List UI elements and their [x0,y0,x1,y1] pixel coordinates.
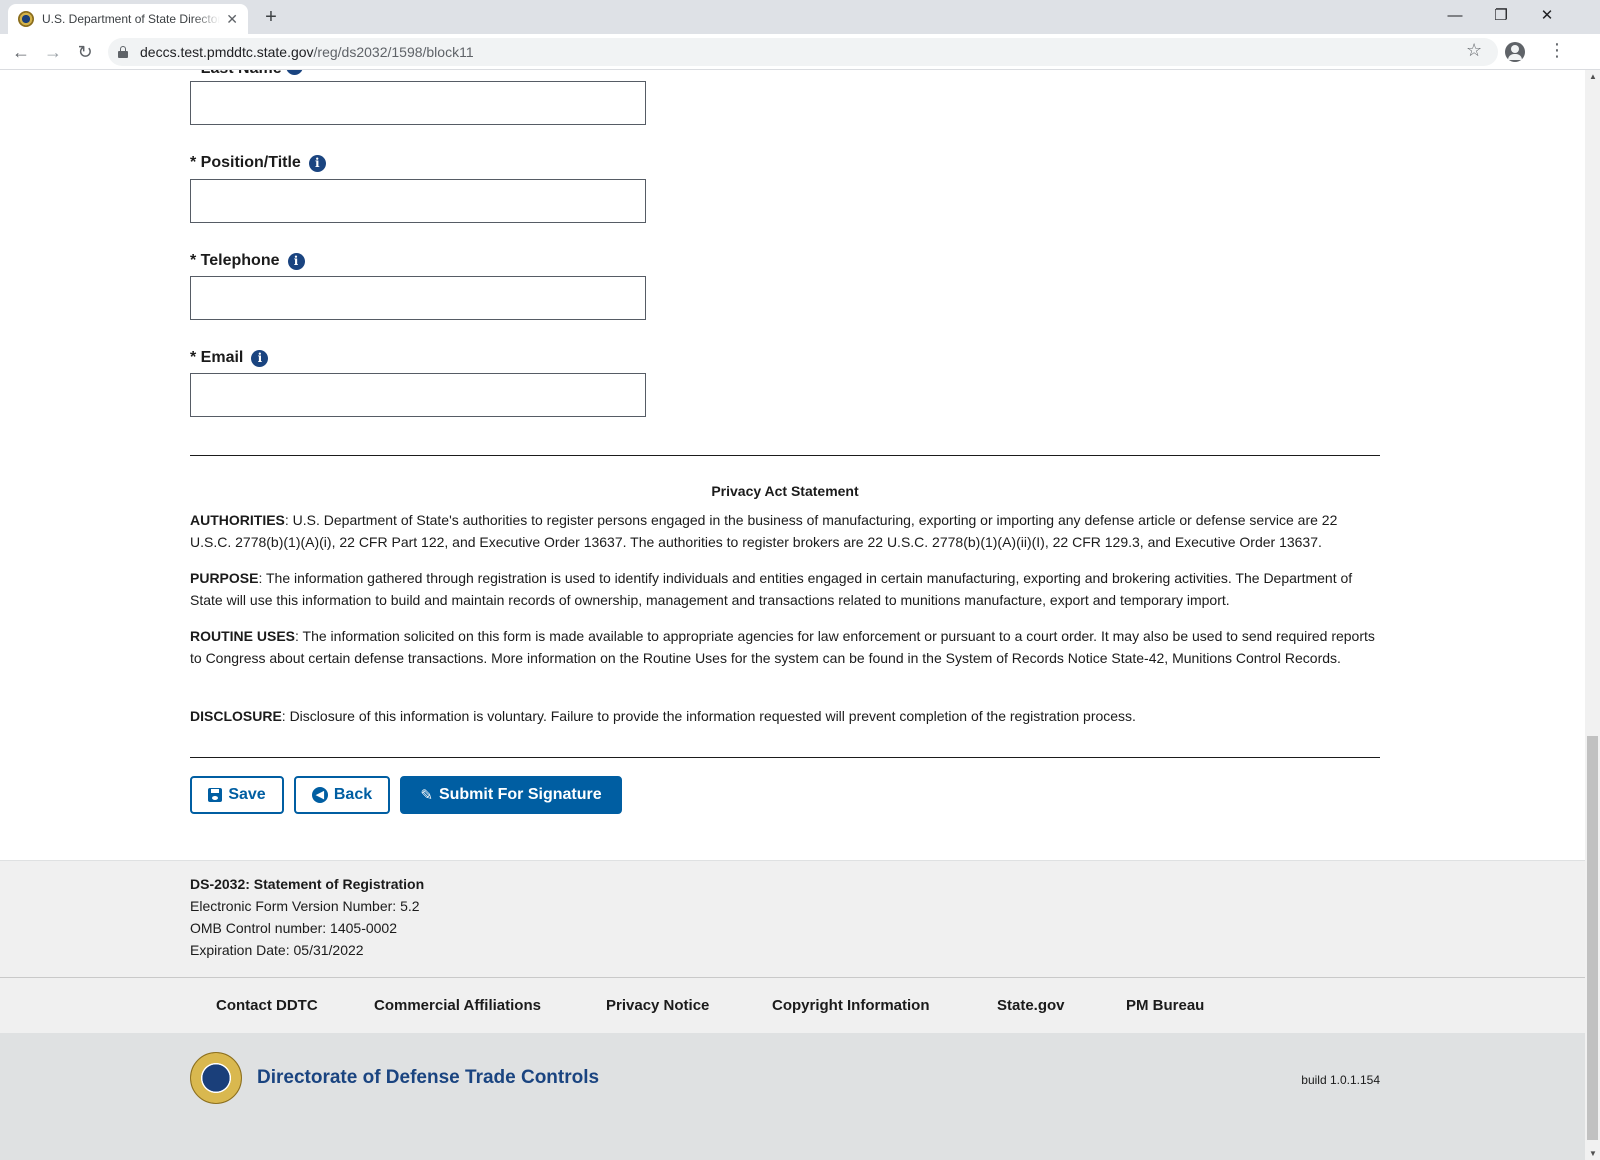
paragraph-heading: ROUTINE USES [190,628,296,644]
info-icon[interactable]: i [251,349,269,367]
form-info: DS-2032: Statement of Registration Elect… [190,873,424,961]
privacy-title: Privacy Act Statement [711,483,859,499]
save-button[interactable]: Save [190,776,284,814]
expiration-date: Expiration Date: 05/31/2022 [190,942,364,958]
form-info-band: DS-2032: Statement of Registration Elect… [0,860,1585,977]
email-text: * Email [190,349,244,366]
paragraph-heading: PURPOSE [190,570,259,586]
footer-link-state-gov[interactable]: State.gov [997,997,1065,1014]
omb-control-number: OMB Control number: 1405-0002 [190,920,397,936]
tab-close-icon[interactable]: ✕ [226,11,238,28]
footer-link-pm-bureau[interactable]: PM Bureau [1126,997,1204,1014]
signature-icon: ✎ [420,787,433,804]
browser-toolbar: ← → ↻ deccs.test.pmddtc.state.gov/reg/ds… [0,34,1600,70]
url-text: deccs.test.pmddtc.state.gov/reg/ds2032/1… [140,44,474,60]
paragraph-heading: DISCLOSURE [190,708,282,724]
profile-icon[interactable] [1505,42,1525,62]
save-icon [208,788,223,802]
menu-icon[interactable]: ⋮ [1548,40,1566,61]
email-label: * Email i [190,349,269,367]
build-number: build 1.0.1.154 [1301,1073,1380,1087]
save-label: Save [228,786,266,803]
close-window-button[interactable]: ✕ [1524,3,1570,29]
last-name-label: * Last Name [190,70,282,78]
footer-link-privacy-notice[interactable]: Privacy Notice [606,997,709,1014]
back-nav-icon[interactable]: ← [9,40,33,64]
privacy-paragraph-authorities: AUTHORITIES: U.S. Department of State's … [190,509,1380,553]
scroll-down-icon[interactable]: ▼ [1589,1149,1597,1158]
paragraph-text: : U.S. Department of State's authorities… [190,512,1338,550]
scroll-up-icon[interactable]: ▲ [1589,72,1597,81]
tab-title: U.S. Department of State Directorate of … [42,12,220,26]
page-scrollbar[interactable]: ▲ ▼ [1585,70,1600,1160]
url-host: deccs.test.pmddtc.state.gov [140,44,314,60]
position-title-input[interactable] [190,179,646,223]
new-tab-button[interactable]: + [260,5,282,29]
form-version: Electronic Form Version Number: 5.2 [190,898,420,914]
last-name-input[interactable] [190,81,646,125]
privacy-paragraph-disclosure: DISCLOSURE: Disclosure of this informati… [190,705,1380,727]
info-icon[interactable] [286,70,303,75]
privacy-paragraph-purpose: PURPOSE: The information gathered throug… [190,567,1380,611]
page-viewport: * Last Name * Position/Title i * Telepho… [0,70,1585,1160]
url-path: /reg/ds2032/1598/block11 [313,44,474,60]
footer-bottom: Directorate of Defense Trade Controls bu… [0,1033,1585,1160]
divider [190,757,1380,758]
star-icon[interactable]: ☆ [1466,40,1482,61]
position-title-label: * Position/Title i [190,154,326,172]
address-bar[interactable]: deccs.test.pmddtc.state.gov/reg/ds2032/1… [108,38,1498,66]
reload-icon[interactable]: ↻ [73,40,97,64]
submit-label: Submit For Signature [438,786,602,803]
paragraph-text: : Disclosure of this information is volu… [281,708,1136,724]
telephone-input[interactable] [190,276,646,320]
telephone-label: * Telephone i [190,252,305,270]
minimize-button[interactable]: — [1432,3,1478,29]
ddtc-seal-icon [190,1052,242,1104]
back-button[interactable]: ◀ Back [294,776,390,814]
email-input[interactable] [190,373,646,417]
lock-icon [118,46,128,58]
tab-favicon-icon [18,11,34,27]
divider [190,455,1380,456]
telephone-text: * Telephone [190,252,280,269]
back-label: Back [333,786,373,803]
browser-tab[interactable]: U.S. Department of State Directorate of … [8,4,248,34]
info-icon[interactable]: i [308,154,326,172]
paragraph-heading: AUTHORITIES [190,512,285,528]
form-info-title: DS-2032: Statement of Registration [190,876,425,892]
forward-nav-icon[interactable]: → [41,40,65,64]
submit-for-signature-button[interactable]: ✎ Submit For Signature [400,776,622,814]
footer-link-commercial-affiliations[interactable]: Commercial Affiliations [374,997,541,1014]
footer-links: Contact DDTC Commercial Affiliations Pri… [0,977,1585,1033]
back-arrow-icon: ◀ [311,787,328,803]
privacy-paragraph-routine-uses: ROUTINE USES: The information solicited … [190,625,1380,669]
position-title-text: * Position/Title [190,154,301,171]
paragraph-text: : The information gathered through regis… [190,570,1353,608]
info-icon[interactable]: i [287,252,305,270]
browser-tab-bar: U.S. Department of State Directorate of … [0,0,1600,34]
scroll-thumb[interactable] [1587,736,1598,1140]
paragraph-text: : The information solicited on this form… [190,628,1375,666]
footer-link-copyright-information[interactable]: Copyright Information [772,997,930,1014]
footer-link-contact-ddtc[interactable]: Contact DDTC [216,997,318,1014]
restore-button[interactable]: ❐ [1478,3,1524,29]
agency-name[interactable]: Directorate of Defense Trade Controls [257,1067,599,1089]
